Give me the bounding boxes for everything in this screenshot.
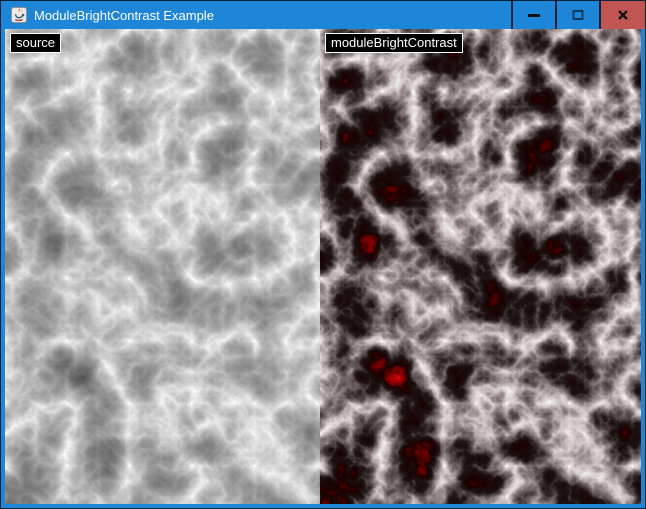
window-controls [511, 1, 645, 29]
source-noise-image [5, 29, 320, 504]
maximize-button[interactable] [555, 1, 599, 29]
window-title: ModuleBrightContrast Example [34, 8, 511, 23]
minimize-icon [528, 14, 540, 17]
minimize-button[interactable] [511, 1, 555, 29]
app-window: ModuleBrightContrast Example [0, 0, 646, 509]
source-image-panel: source [5, 29, 320, 504]
module-bright-contrast-panel: moduleBrightContrast [320, 29, 641, 504]
close-button[interactable] [599, 1, 645, 29]
module-bright-contrast-label: moduleBrightContrast [325, 33, 463, 53]
module-bright-contrast-image [320, 29, 641, 504]
source-label: source [10, 33, 61, 53]
content-area: source moduleBrightCont [1, 29, 645, 508]
java-coffee-cup-icon [11, 7, 27, 23]
titlebar[interactable]: ModuleBrightContrast Example [1, 1, 645, 29]
close-icon [617, 9, 629, 21]
maximize-icon [572, 9, 584, 21]
